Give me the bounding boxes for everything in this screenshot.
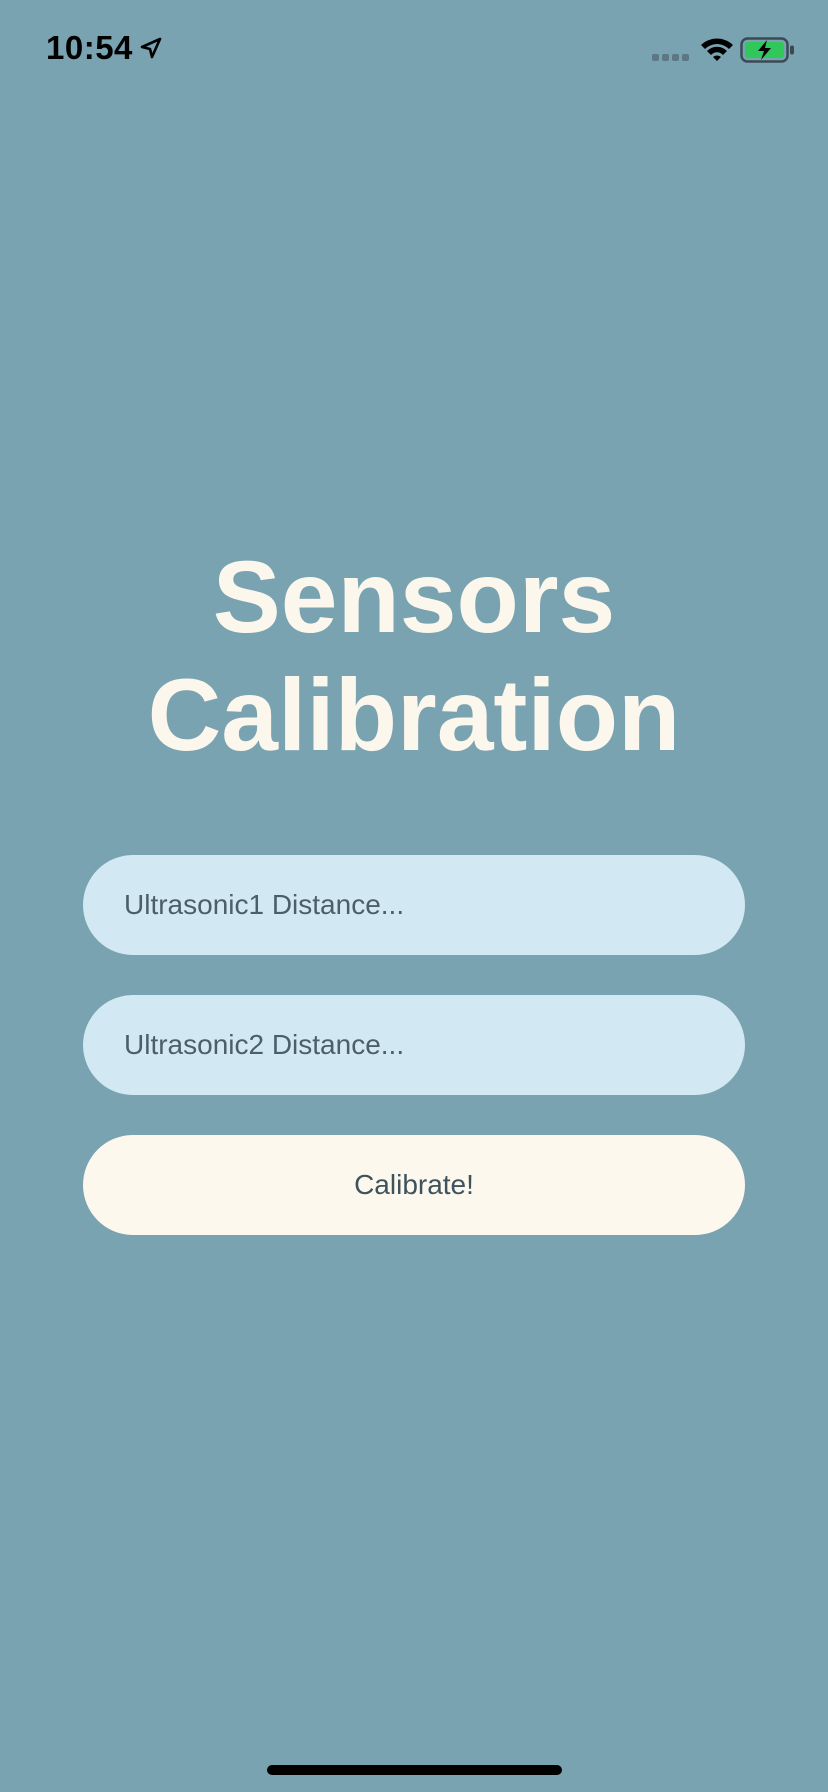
title-line-2: Calibration <box>147 658 681 772</box>
wifi-icon <box>701 38 733 61</box>
location-arrow-icon <box>140 37 162 59</box>
battery-charging-icon <box>740 37 794 63</box>
status-bar: 10:54 <box>0 0 828 100</box>
calibrate-button[interactable]: Calibrate! <box>83 1135 745 1235</box>
ultrasonic2-distance-input[interactable] <box>83 995 745 1095</box>
ultrasonic1-distance-input[interactable] <box>83 855 745 955</box>
cellular-signal-icon <box>652 54 689 61</box>
status-time: 10:54 <box>46 29 133 66</box>
app-screen: 10:54 Sensors Calibration Calibrate! <box>0 0 828 1792</box>
title-line-1: Sensors <box>212 540 616 654</box>
home-indicator[interactable] <box>267 1765 562 1775</box>
page-title: Sensors Calibration <box>0 538 828 774</box>
